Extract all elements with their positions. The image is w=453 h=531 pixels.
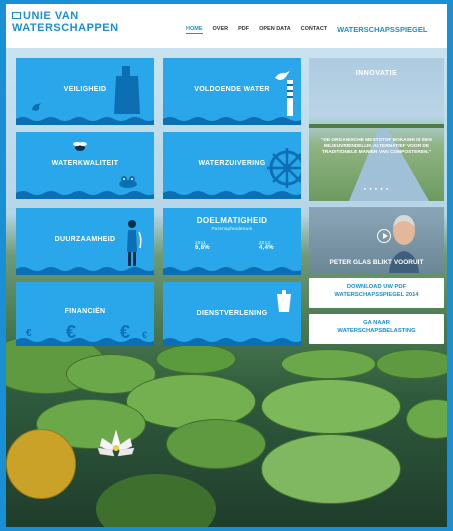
nav-open-data[interactable]: OPEN DATA xyxy=(259,26,291,34)
person-with-plant-icon xyxy=(127,220,142,266)
logo-line-2: WATERSCHAPPEN xyxy=(12,22,119,34)
frog-icon xyxy=(119,176,137,188)
carousel-dots[interactable]: ● ● ● ● ● xyxy=(309,186,444,191)
play-icon[interactable] xyxy=(377,229,391,243)
tile-subtitle: Parenspheidenum xyxy=(211,226,253,231)
innovatie-quote: "DE ORGANISCHE MESTSTOF BOKASHI IS EEN M… xyxy=(321,138,432,155)
stat-2013: 2013 4,4% xyxy=(259,240,274,251)
video-panel[interactable]: PETER GLAS BLIKT VOORUIT xyxy=(309,207,444,273)
tile-voldoende-water[interactable]: VOLDOENDE WATER xyxy=(163,58,301,125)
bird-icon xyxy=(32,103,41,111)
site-header: UNIE VAN WATERSCHAPPEN HOME OVER PDF OPE… xyxy=(6,4,447,48)
main-nav: HOME OVER PDF OPEN DATA CONTACT WATERSCH… xyxy=(186,25,427,34)
water-lily-flower xyxy=(97,429,135,457)
tile-duurzaamheid[interactable]: DUURZAAMHEID xyxy=(16,208,154,275)
download-pdf-button[interactable]: DOWNLOAD UW PDF WATERSCHAPSSPIEGEL 2014 xyxy=(309,278,444,308)
video-caption: PETER GLAS BLIKT VOORUIT xyxy=(329,259,424,266)
tile-financien[interactable]: FINANCIËN € € € € xyxy=(16,282,154,346)
tile-label: VEILIGHEID xyxy=(63,86,107,93)
logo-line-1: UNIE VAN xyxy=(23,10,79,22)
tile-label: WATERKWALITEIT xyxy=(51,160,119,167)
innovatie-title: INNOVATIE xyxy=(355,70,398,77)
canal-landscape xyxy=(309,124,444,201)
tile-label: FINANCIËN xyxy=(64,308,106,315)
stat-2011: 2011 6,8% xyxy=(195,240,210,251)
water-wheel-icon xyxy=(267,148,301,188)
tile-label: WATERZUIVERING xyxy=(198,160,266,167)
logo[interactable]: UNIE VAN WATERSCHAPPEN xyxy=(12,10,119,34)
logo-mark-icon xyxy=(12,12,21,19)
nav-brand[interactable]: WATERSCHAPSSPIEGEL xyxy=(337,25,427,34)
insect-icon xyxy=(73,142,87,151)
tile-label: DOELMATIGHEID xyxy=(196,216,268,225)
tile-waterzuivering[interactable]: WATERZUIVERING xyxy=(163,132,301,199)
nav-home[interactable]: HOME xyxy=(186,26,203,34)
tile-label: VOLDOENDE WATER xyxy=(194,86,270,93)
tile-doelmatigheid[interactable]: DOELMATIGHEID Parenspheidenum 2011 6,8% … xyxy=(163,208,301,275)
tile-veiligheid[interactable]: VEILIGHEID xyxy=(16,58,154,125)
tile-waterkwaliteit[interactable]: WATERKWALITEIT xyxy=(16,132,154,199)
innovatie-panel[interactable]: INNOVATIE "DE ORGANISCHE MESTSTOF BOKASH… xyxy=(309,58,444,201)
waterschapsbelasting-button[interactable]: GA NAAR WATERSCHAPSBELASTING xyxy=(309,314,444,344)
tile-label: DIENSTVERLENING xyxy=(196,310,268,317)
nav-pdf[interactable]: PDF xyxy=(238,26,249,34)
page-frame: UNIE VAN WATERSCHAPPEN HOME OVER PDF OPE… xyxy=(6,4,447,527)
nav-contact[interactable]: CONTACT xyxy=(301,26,327,34)
tile-label: DUURZAAMHEID xyxy=(54,236,116,243)
tile-dienstverlening[interactable]: DIENSTVERLENING xyxy=(163,282,301,346)
nav-over[interactable]: OVER xyxy=(213,26,229,34)
